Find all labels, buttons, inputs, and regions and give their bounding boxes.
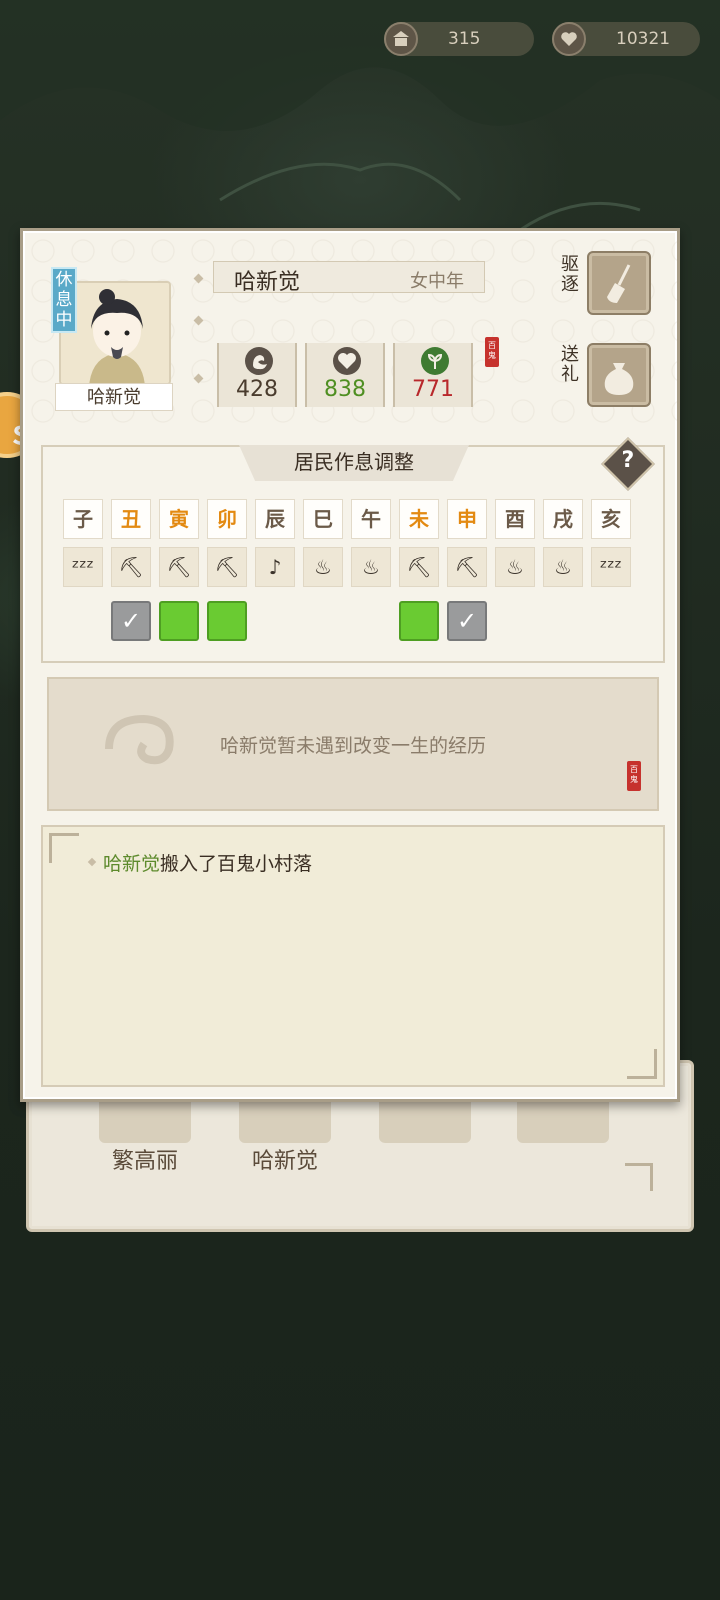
food-bowl-icon[interactable]: ♨ [303, 547, 343, 587]
resident-detail-dialog: 休息中 哈新觉 哈新觉 女中年 428 838 771 百鬼 驱逐 送礼 居民作… [20, 228, 680, 1102]
resident-name-plate: 哈新觉 [55, 383, 173, 411]
pickaxe-icon[interactable]: ⛏ [207, 547, 247, 587]
currency-counter-b: 10321 [552, 22, 700, 56]
log-entry-name: 哈新觉 [103, 853, 161, 875]
currency-value-b: 10321 [616, 29, 671, 49]
portrait-icon [61, 283, 169, 383]
strength-icon [245, 347, 273, 375]
heart-icon [333, 347, 361, 375]
music-person-icon[interactable]: ♪ [255, 547, 295, 587]
currency-counter-a: 315 [384, 22, 534, 56]
stat-happiness-value: 838 [324, 377, 366, 402]
hour-cell[interactable]: 亥 [591, 499, 631, 539]
expel-label: 驱逐 [561, 254, 579, 295]
schedule-toggle-active[interactable] [399, 601, 439, 641]
resident-name-field: 哈新觉 女中年 [213, 261, 485, 295]
hour-cell[interactable]: 辰 [255, 499, 295, 539]
resident-card-name: 繁高丽 [111, 1149, 178, 1174]
status-badge: 休息中 [51, 267, 77, 333]
hour-cell[interactable]: 寅 [159, 499, 199, 539]
hour-cell[interactable]: 子 [63, 499, 103, 539]
food-bowl-icon[interactable]: ♨ [543, 547, 583, 587]
pickaxe-icon[interactable]: ⛏ [399, 547, 439, 587]
schedule-toggle-active[interactable] [207, 601, 247, 641]
stat-growth: 771 [393, 343, 473, 407]
hour-cell[interactable]: 丑 [111, 499, 151, 539]
schedule-toggle-checked[interactable]: ✓ [111, 601, 151, 641]
log-bullet [87, 857, 97, 867]
schedule-title: 居民作息调整 [239, 445, 469, 481]
hour-cell[interactable]: 巳 [303, 499, 343, 539]
resident-log-panel[interactable]: 哈新觉搬入了百鬼小村落 [41, 825, 665, 1087]
hour-cell[interactable]: 申 [447, 499, 487, 539]
stat-growth-value: 771 [412, 377, 454, 402]
sleep-icon[interactable]: ᶻᶻᶻ [591, 547, 631, 587]
corner-ornament [49, 833, 79, 863]
life-event-text: 哈新觉暂未遇到改变一生的经历 [219, 735, 486, 757]
pickaxe-icon[interactable]: ⛏ [111, 547, 151, 587]
resident-name: 哈新觉 [234, 270, 301, 295]
building-icon [384, 22, 418, 56]
pickaxe-icon[interactable]: ⛏ [159, 547, 199, 587]
log-entry-text: 搬入了百鬼小村落 [160, 853, 313, 875]
hour-cell[interactable]: 午 [351, 499, 391, 539]
question-icon: ? [621, 447, 635, 473]
hour-cell[interactable]: 未 [399, 499, 439, 539]
food-bowl-icon[interactable]: ♨ [351, 547, 391, 587]
life-event-panel: 哈新觉暂未遇到改变一生的经历 百鬼 [47, 677, 659, 811]
corner-ornament [627, 1049, 657, 1079]
currency-value-a: 315 [448, 29, 481, 49]
pickaxe-icon[interactable]: ⛏ [447, 547, 487, 587]
gift-button[interactable] [587, 343, 651, 407]
schedule-toggle-checked[interactable]: ✓ [447, 601, 487, 641]
seal-stamp: 百鬼 [485, 337, 499, 367]
resident-category: 女中年 [410, 271, 464, 292]
hour-cell[interactable]: 戌 [543, 499, 583, 539]
schedule-toggle-active[interactable] [159, 601, 199, 641]
corner-ornament [625, 1163, 653, 1191]
food-bowl-icon[interactable]: ♨ [495, 547, 535, 587]
stat-strength-value: 428 [236, 377, 278, 402]
resident-card-name: 哈新觉 [251, 1149, 318, 1174]
broom-icon [607, 264, 631, 303]
sprout-icon [421, 347, 449, 375]
sleep-icon[interactable]: ᶻᶻᶻ [63, 547, 103, 587]
seal-stamp: 百鬼 [627, 761, 641, 791]
money-bag-icon [604, 363, 634, 395]
hour-cell[interactable]: 卯 [207, 499, 247, 539]
stat-strength: 428 [217, 343, 297, 407]
heart-currency-icon [552, 22, 586, 56]
expel-button[interactable] [587, 251, 651, 315]
log-entry: 哈新觉搬入了百鬼小村落 [103, 849, 312, 876]
stat-happiness: 838 [305, 343, 385, 407]
hour-cell[interactable]: 酉 [495, 499, 535, 539]
gift-label: 送礼 [561, 344, 579, 385]
